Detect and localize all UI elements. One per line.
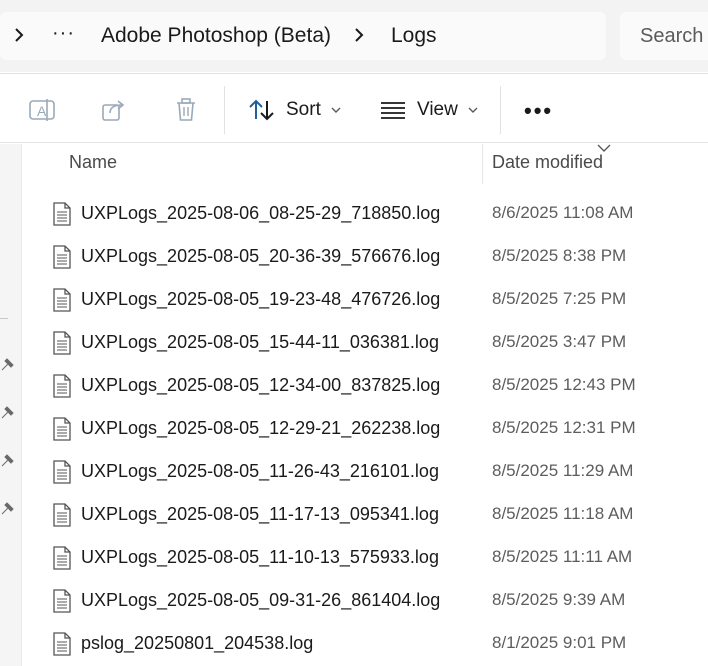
navigation-pane: [0, 144, 22, 666]
view-label: View: [417, 99, 458, 120]
search-placeholder: Search: [640, 25, 704, 47]
view-icon: [381, 102, 405, 119]
file-date-modified: 8/5/2025 3:47 PM: [492, 332, 627, 351]
chevron-down-icon: [468, 107, 478, 113]
file-name: UXPLogs_2025-08-05_11-10-13_575933.log: [81, 547, 439, 567]
file-name: UXPLogs_2025-08-05_19-23-48_476726.log: [81, 289, 441, 309]
file-date-modified: 8/5/2025 11:11 AM: [492, 547, 633, 566]
sort-label: Sort: [286, 99, 321, 120]
file-name: UXPLogs_2025-08-05_20-36-39_576676.log: [81, 246, 441, 266]
file-row[interactable]: UXPLogs_2025-08-05_20-36-39_576676.log 8…: [22, 235, 708, 278]
view-button[interactable]: View: [380, 88, 478, 132]
file-row[interactable]: UXPLogs_2025-08-06_08-25-29_718850.log 8…: [22, 192, 708, 235]
text-file-icon: [53, 331, 71, 355]
delete-icon[interactable]: [172, 96, 200, 124]
text-file-icon: [53, 288, 71, 312]
chevron-right-icon[interactable]: [350, 26, 368, 44]
file-name: UXPLogs_2025-08-05_15-44-11_036381.log: [81, 332, 439, 352]
text-file-icon: [53, 374, 71, 398]
file-name: UXPLogs_2025-08-06_08-25-29_718850.log: [81, 203, 441, 223]
column-header-name[interactable]: Name: [69, 152, 117, 173]
command-bar: A Sort View •••: [0, 73, 708, 143]
file-date-modified: 8/5/2025 8:38 PM: [492, 246, 627, 265]
toolbar-divider: [224, 86, 225, 134]
text-file-icon: [53, 202, 71, 226]
breadcrumb-item[interactable]: Logs: [391, 24, 437, 48]
file-date-modified: 8/5/2025 12:43 PM: [492, 375, 636, 394]
file-name: UXPLogs_2025-08-05_11-17-13_095341.log: [81, 504, 439, 524]
file-date-modified: 8/5/2025 9:39 AM: [492, 590, 626, 609]
text-file-icon: [53, 632, 71, 656]
file-date-modified: 8/5/2025 12:31 PM: [492, 418, 636, 437]
chevron-right-icon[interactable]: [10, 26, 28, 44]
file-name: pslog_20250801_204538.log: [81, 633, 314, 653]
pin-icon[interactable]: [0, 502, 14, 518]
address-bar-row: ··· Adobe Photoshop (Beta) Logs Search: [0, 0, 708, 72]
file-row[interactable]: UXPLogs_2025-08-05_12-29-21_262238.log 8…: [22, 407, 708, 450]
file-row[interactable]: pslog_20250801_204538.log 8/1/2025 9:01 …: [22, 622, 708, 665]
file-date-modified: 8/5/2025 7:25 PM: [492, 289, 627, 308]
file-row[interactable]: UXPLogs_2025-08-05_09-31-26_861404.log 8…: [22, 579, 708, 622]
pin-icon[interactable]: [0, 358, 14, 374]
file-row[interactable]: UXPLogs_2025-08-05_12-34-00_837825.log 8…: [22, 364, 708, 407]
rename-icon[interactable]: A: [28, 96, 56, 124]
file-row[interactable]: UXPLogs_2025-08-05_11-26-43_216101.log 8…: [22, 450, 708, 493]
file-date-modified: 8/1/2025 9:01 PM: [492, 633, 627, 652]
text-file-icon: [53, 589, 71, 613]
share-icon[interactable]: [100, 96, 128, 124]
text-file-icon: [53, 417, 71, 441]
more-options-button[interactable]: •••: [524, 98, 553, 124]
file-name: UXPLogs_2025-08-05_12-34-00_837825.log: [81, 375, 441, 395]
pin-icon[interactable]: [0, 406, 14, 422]
text-file-icon: [53, 245, 71, 269]
file-name: UXPLogs_2025-08-05_12-29-21_262238.log: [81, 418, 441, 438]
sort-button[interactable]: Sort: [248, 88, 341, 132]
pin-icon[interactable]: [0, 454, 14, 470]
file-name: UXPLogs_2025-08-05_09-31-26_861404.log: [81, 590, 441, 610]
column-divider[interactable]: [482, 144, 483, 184]
file-date-modified: 8/5/2025 11:18 AM: [492, 504, 634, 523]
file-row[interactable]: UXPLogs_2025-08-05_11-17-13_095341.log 8…: [22, 493, 708, 536]
file-date-modified: 8/5/2025 11:29 AM: [492, 461, 634, 480]
breadcrumb-item[interactable]: Adobe Photoshop (Beta): [101, 24, 331, 48]
sort-icon: [249, 99, 274, 121]
file-row[interactable]: UXPLogs_2025-08-05_19-23-48_476726.log 8…: [22, 278, 708, 321]
breadcrumb-overflow-button[interactable]: ···: [52, 22, 75, 45]
file-row[interactable]: UXPLogs_2025-08-05_15-44-11_036381.log 8…: [22, 321, 708, 364]
text-file-icon: [53, 503, 71, 527]
file-row[interactable]: UXPLogs_2025-08-05_11-10-13_575933.log 8…: [22, 536, 708, 579]
toolbar-divider: [500, 86, 501, 134]
text-file-icon: [53, 546, 71, 570]
chevron-down-icon: [331, 107, 341, 113]
svg-text:A: A: [37, 103, 47, 119]
file-name: UXPLogs_2025-08-05_11-26-43_216101.log: [81, 461, 439, 481]
column-header-date-modified[interactable]: Date modified: [492, 152, 603, 173]
text-file-icon: [53, 460, 71, 484]
file-date-modified: 8/6/2025 11:08 AM: [492, 203, 634, 222]
nav-divider: [0, 318, 8, 319]
